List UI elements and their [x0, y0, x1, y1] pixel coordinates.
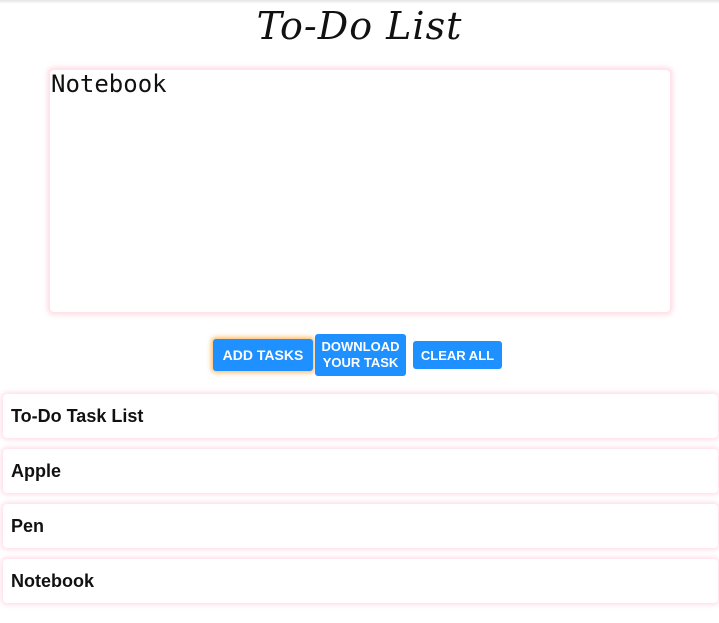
task-input[interactable]: Notebook	[50, 70, 670, 312]
task-list-heading: To-Do Task List	[3, 394, 718, 438]
list-item-label: Notebook	[11, 570, 94, 591]
add-tasks-label: ADD TASKS	[222, 347, 304, 363]
list-item-label: Pen	[11, 515, 45, 536]
task-input-container: Notebook	[50, 70, 670, 312]
add-tasks-button[interactable]: ADD TASKS	[213, 339, 313, 371]
action-buttons: ADD TASKS DOWNLOAD YOUR TASK CLEAR ALL	[0, 334, 719, 378]
list-item[interactable]: Notebook	[3, 559, 718, 603]
download-label-line2: YOUR TASK	[322, 355, 399, 370]
page-title: To-Do List	[256, 4, 463, 48]
task-list-heading-label: To-Do Task List	[11, 405, 144, 426]
list-item[interactable]: Pen	[3, 504, 718, 548]
list-item[interactable]: Apple	[3, 449, 718, 493]
page: To-Do List Notebook ADD TASKS DOWNLOAD Y…	[0, 0, 719, 623]
download-tasks-button[interactable]: DOWNLOAD YOUR TASK	[315, 334, 406, 376]
task-list: To-Do Task List Apple Pen Notebook	[3, 394, 718, 614]
list-item-label: Apple	[11, 460, 62, 481]
clear-all-button[interactable]: CLEAR ALL	[413, 341, 502, 369]
clear-all-label: CLEAR ALL	[420, 347, 495, 363]
download-label-line1: DOWNLOAD	[321, 339, 400, 354]
